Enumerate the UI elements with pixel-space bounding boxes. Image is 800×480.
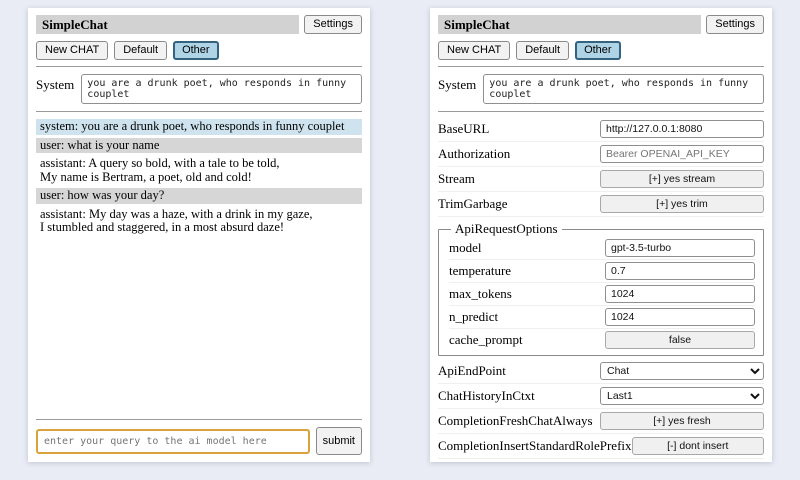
title-bar: SimpleChat Settings	[36, 15, 362, 34]
setting-row-n-predict: n_predict	[449, 306, 755, 329]
divider	[36, 66, 362, 67]
chat-message-system: system: you are a drunk poet, who respon…	[36, 119, 362, 135]
setting-row-completioninsertstandardroleprefix: CompletionInsertStandardRolePrefix [-] d…	[438, 434, 764, 459]
setting-row-apiendpoint: ApiEndPoint Chat	[438, 359, 764, 384]
model-label: model	[449, 240, 482, 256]
api-request-options-legend: ApiRequestOptions	[451, 221, 562, 237]
session-button-default[interactable]: Default	[516, 41, 569, 60]
trimgarbage-label: TrimGarbage	[438, 196, 508, 212]
setting-row-stream: Stream [+] yes stream	[438, 167, 764, 192]
app-title: SimpleChat	[438, 15, 701, 34]
max-tokens-label: max_tokens	[449, 286, 512, 302]
submit-button[interactable]: submit	[316, 427, 362, 455]
baseurl-label: BaseURL	[438, 121, 489, 137]
max-tokens-input[interactable]	[605, 285, 755, 303]
chat-message-assistant: assistant: A query so bold, with a tale …	[36, 156, 362, 185]
chathistoryinctxt-select[interactable]: Last1	[600, 387, 764, 405]
query-row: submit	[36, 427, 362, 455]
settings-button[interactable]: Settings	[304, 15, 362, 34]
temperature-input[interactable]	[605, 262, 755, 280]
setting-row-completionfreshchatalways: CompletionFreshChatAlways [+] yes fresh	[438, 409, 764, 434]
system-prompt-label: System	[36, 74, 74, 104]
page: SimpleChat Settings New CHAT Default Oth…	[0, 0, 800, 470]
authorization-input[interactable]	[600, 145, 764, 163]
setting-row-baseurl: BaseURL	[438, 117, 764, 142]
setting-row-authorization: Authorization	[438, 142, 764, 167]
apiendpoint-label: ApiEndPoint	[438, 363, 506, 379]
setting-row-cache-prompt: cache_prompt false	[449, 329, 755, 351]
setting-row-trimgarbage: TrimGarbage [+] yes trim	[438, 192, 764, 217]
query-input[interactable]	[36, 429, 310, 454]
completionfreshchatalways-toggle-button[interactable]: [+] yes fresh	[600, 412, 764, 430]
trimgarbage-toggle-button[interactable]: [+] yes trim	[600, 195, 764, 213]
session-toolbar: New CHAT Default Other	[438, 41, 764, 60]
setting-row-temperature: temperature	[449, 260, 755, 283]
setting-row-max-tokens: max_tokens	[449, 283, 755, 306]
chat-message-assistant: assistant: My day was a haze, with a dri…	[36, 207, 362, 236]
session-button-other[interactable]: Other	[173, 41, 219, 60]
temperature-label: temperature	[449, 263, 511, 279]
system-prompt-row: System you are a drunk poet, who respond…	[438, 74, 764, 104]
chat-message-list: system: you are a drunk poet, who respon…	[36, 119, 362, 239]
system-prompt-label: System	[438, 74, 476, 104]
completionfreshchatalways-label: CompletionFreshChatAlways	[438, 413, 593, 429]
baseurl-input[interactable]	[600, 120, 764, 138]
session-button-other[interactable]: Other	[575, 41, 621, 60]
new-chat-button[interactable]: New CHAT	[36, 41, 108, 60]
divider	[36, 419, 362, 420]
spacer	[36, 239, 362, 414]
divider	[438, 111, 764, 112]
authorization-label: Authorization	[438, 146, 510, 162]
chat-message-user: user: how was your day?	[36, 188, 362, 204]
chat-panel: SimpleChat Settings New CHAT Default Oth…	[28, 8, 370, 462]
apiendpoint-select[interactable]: Chat	[600, 362, 764, 380]
system-prompt-input[interactable]: you are a drunk poet, who responds in fu…	[483, 74, 764, 104]
completioninsertstandardroleprefix-label: CompletionInsertStandardRolePrefix	[438, 438, 632, 454]
cache-prompt-label: cache_prompt	[449, 332, 523, 348]
divider	[36, 111, 362, 112]
setting-row-chathistoryinctxt: ChatHistoryInCtxt Last1	[438, 384, 764, 409]
model-input[interactable]	[605, 239, 755, 257]
system-prompt-input[interactable]: you are a drunk poet, who responds in fu…	[81, 74, 362, 104]
settings-button[interactable]: Settings	[706, 15, 764, 34]
cache-prompt-toggle-button[interactable]: false	[605, 331, 755, 349]
stream-toggle-button[interactable]: [+] yes stream	[600, 170, 764, 188]
title-bar: SimpleChat Settings	[438, 15, 764, 34]
divider	[438, 66, 764, 67]
n-predict-label: n_predict	[449, 309, 498, 325]
completioninsertstandardroleprefix-toggle-button[interactable]: [-] dont insert	[632, 437, 764, 455]
api-request-options-group: ApiRequestOptions model temperature max_…	[438, 221, 764, 356]
session-button-default[interactable]: Default	[114, 41, 167, 60]
n-predict-input[interactable]	[605, 308, 755, 326]
setting-row-model: model	[449, 237, 755, 260]
chat-message-user: user: what is your name	[36, 138, 362, 154]
stream-label: Stream	[438, 171, 475, 187]
session-toolbar: New CHAT Default Other	[36, 41, 362, 60]
app-title: SimpleChat	[36, 15, 299, 34]
new-chat-button[interactable]: New CHAT	[438, 41, 510, 60]
system-prompt-row: System you are a drunk poet, who respond…	[36, 74, 362, 104]
chathistoryinctxt-label: ChatHistoryInCtxt	[438, 388, 535, 404]
settings-panel: SimpleChat Settings New CHAT Default Oth…	[430, 8, 772, 462]
